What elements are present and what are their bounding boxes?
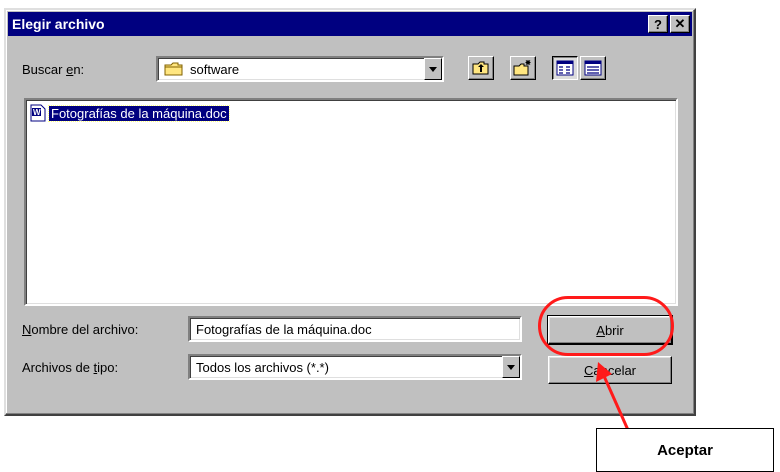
lookin-label: Buscar en: <box>22 62 85 77</box>
filename-field[interactable]: Fotografías de la máquina.doc <box>188 316 522 342</box>
filename-label: Nombre del archivo: <box>22 322 139 337</box>
filetype-value: Todos los archivos (*.*) <box>196 359 329 375</box>
cancel-button[interactable]: Cancelar <box>548 356 672 384</box>
new-folder-button[interactable] <box>510 56 536 80</box>
filename-value: Fotografías de la máquina.doc <box>196 321 372 337</box>
help-button[interactable]: ? <box>648 15 668 33</box>
lookin-dropdown-button[interactable] <box>424 58 442 80</box>
open-button-access-key: A <box>596 322 605 338</box>
new-folder-icon <box>513 59 533 77</box>
filetype-combo[interactable]: Todos los archivos (*.*) <box>188 354 522 380</box>
details-view-icon <box>584 60 602 76</box>
chevron-down-icon <box>507 364 515 370</box>
close-button[interactable]: ✕ <box>670 15 690 33</box>
lookin-value: software <box>190 61 240 77</box>
folder-icon <box>164 61 184 77</box>
dialog-title: Elegir archivo <box>12 16 105 32</box>
open-file-dialog: Elegir archivo ? ✕ Buscar en: software W… <box>4 8 696 416</box>
list-view-button[interactable] <box>552 56 578 80</box>
chevron-down-icon <box>429 66 437 72</box>
up-one-level-button[interactable] <box>468 56 494 80</box>
cancel-button-label: ancelar <box>593 362 637 378</box>
filetype-label: Archivos de tipo: <box>22 360 119 375</box>
open-button-label: brir <box>604 322 624 338</box>
lookin-combo[interactable]: software <box>156 56 444 82</box>
list-view-icon <box>556 60 574 76</box>
file-list-item[interactable]: W Fotografías de la máquina.doc <box>30 104 230 122</box>
file-name: Fotografías de la máquina.doc <box>48 104 230 122</box>
word-document-icon: W <box>30 104 46 122</box>
cancel-button-access-key: C <box>583 362 594 378</box>
title-bar: Elegir archivo ? ✕ <box>8 12 692 36</box>
svg-text:W: W <box>33 108 41 117</box>
file-list[interactable]: W Fotografías de la máquina.doc <box>24 98 678 306</box>
filetype-dropdown-button[interactable] <box>502 356 520 378</box>
details-view-button[interactable] <box>580 56 606 80</box>
open-button[interactable]: Abrir <box>547 315 673 345</box>
callout-label: Aceptar <box>596 428 774 472</box>
up-one-level-icon <box>472 60 490 76</box>
